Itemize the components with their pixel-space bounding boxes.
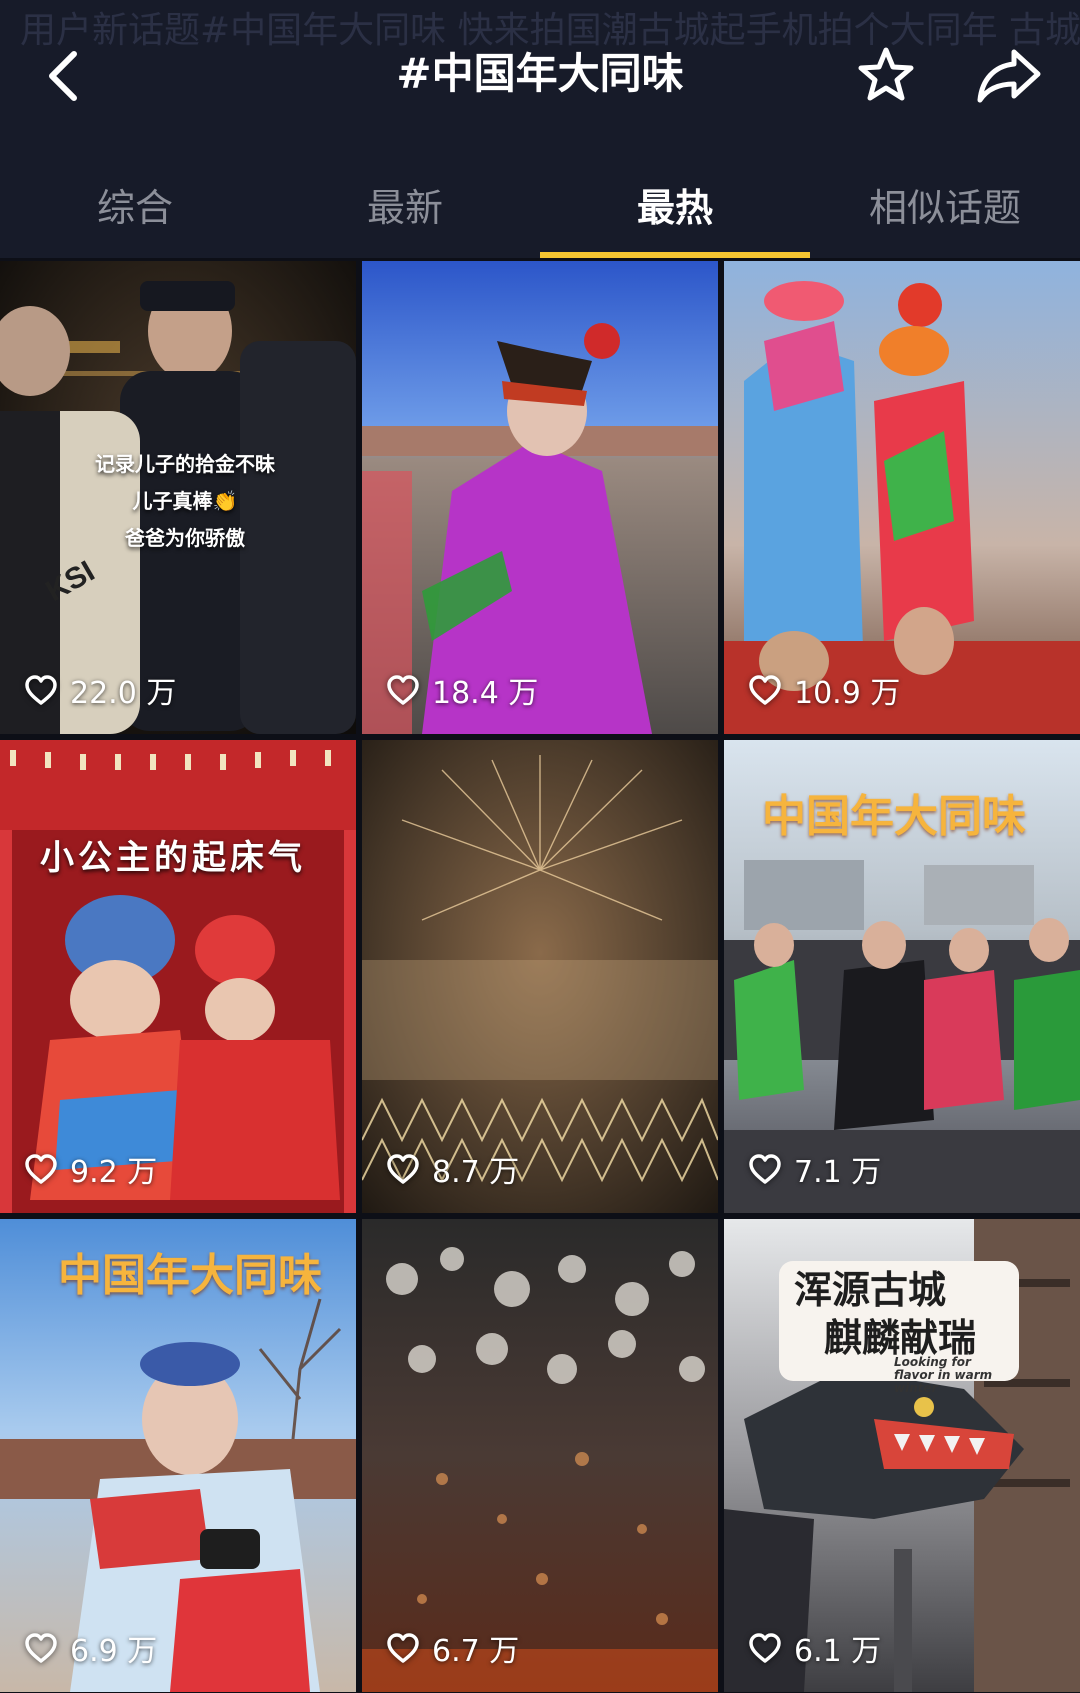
topic-header: 用户新话题#中国年大同味 快来拍国潮古城起手机拍个大同年 古城 拼搭运动 古城 … xyxy=(0,0,1080,258)
like-count: 6.9 万 xyxy=(24,1626,157,1670)
top-bar: #中国年大同味 xyxy=(0,30,1080,120)
like-count-text: 10.9 万 xyxy=(794,676,901,711)
like-count-text: 9.2 万 xyxy=(70,1155,158,1190)
like-count: 8.7 万 xyxy=(386,1147,519,1191)
video-card[interactable]: 中国年大同味 6.9 万 xyxy=(0,1219,356,1692)
video-caption: 小公主的起床气 xyxy=(40,838,306,878)
video-card[interactable]: 中国年大同味 7.1 万 xyxy=(724,740,1080,1213)
like-count-text: 22.0 万 xyxy=(70,676,177,711)
video-caption: 浑源古城 xyxy=(794,1267,947,1312)
heart-outline-icon xyxy=(25,1154,57,1184)
back-button[interactable] xyxy=(36,46,96,106)
like-count: 7.1 万 xyxy=(748,1147,881,1191)
caption-line: 儿子真棒👏 xyxy=(132,489,238,513)
chevron-left-icon xyxy=(49,51,77,101)
active-tab-indicator xyxy=(540,252,810,258)
video-caption: 中国年大同味 xyxy=(762,791,1026,842)
video-thumbnail xyxy=(362,1219,718,1692)
star-outline-icon xyxy=(858,47,914,101)
video-card[interactable]: 8.7 万 xyxy=(362,740,718,1213)
video-caption: 麒麟献瑞 xyxy=(824,1315,977,1360)
caption-line: 记录儿子的拾金不昧 xyxy=(95,452,275,476)
video-card[interactable]: KSI 记录儿子的拾金不昧 儿子真棒👏 爸爸为你骄傲 22.0 万 xyxy=(0,261,356,734)
like-count: 6.1 万 xyxy=(748,1626,881,1670)
video-card[interactable]: 6.7 万 xyxy=(362,1219,718,1692)
like-count: 18.4 万 xyxy=(386,668,538,712)
share-button[interactable] xyxy=(972,44,1046,106)
like-count: 9.2 万 xyxy=(24,1147,157,1191)
video-thumbnail xyxy=(362,261,718,734)
heart-outline-icon xyxy=(387,675,419,705)
video-card[interactable]: 10.9 万 xyxy=(724,261,1080,734)
like-count-text: 6.7 万 xyxy=(432,1634,520,1669)
tab-general[interactable]: 综合 xyxy=(0,170,270,258)
video-thumbnail xyxy=(362,740,718,1213)
like-count: 10.9 万 xyxy=(748,668,900,712)
tab-bar: 综合 最新 最热 相似话题 xyxy=(0,170,1080,258)
video-caption: 记录儿子的拾金不昧 儿子真棒👏 爸爸为你骄傲 xyxy=(80,446,290,557)
heart-outline-icon xyxy=(749,1633,781,1663)
video-card[interactable]: 浑源古城 麒麟献瑞 Looking for flavor in warm win… xyxy=(724,1219,1080,1692)
like-count-text: 8.7 万 xyxy=(432,1155,520,1190)
like-count-text: 6.1 万 xyxy=(794,1634,882,1669)
page-title: #中国年大同味 xyxy=(396,49,684,98)
favorite-button[interactable] xyxy=(855,44,917,106)
like-count: 22.0 万 xyxy=(24,668,176,712)
video-caption: 中国年大同味 xyxy=(58,1250,322,1301)
heart-outline-icon xyxy=(749,1154,781,1184)
like-count-text: 6.9 万 xyxy=(70,1634,158,1669)
tab-latest[interactable]: 最新 xyxy=(270,170,540,258)
like-count-text: 18.4 万 xyxy=(432,676,539,711)
like-count: 6.7 万 xyxy=(386,1626,519,1670)
video-thumbnail xyxy=(724,261,1080,734)
heart-outline-icon xyxy=(25,675,57,705)
heart-outline-icon xyxy=(25,1633,57,1663)
caption-line: 爸爸为你骄傲 xyxy=(125,526,245,550)
video-thumbnail xyxy=(0,740,356,1213)
video-card[interactable]: 小公主的起床气 9.2 万 xyxy=(0,740,356,1213)
tab-hottest[interactable]: 最热 xyxy=(540,170,810,258)
share-arrow-icon xyxy=(977,49,1041,103)
tab-similar-topics[interactable]: 相似话题 xyxy=(810,170,1080,258)
heart-outline-icon xyxy=(749,675,781,705)
video-card[interactable]: 18.4 万 xyxy=(362,261,718,734)
like-count-text: 7.1 万 xyxy=(794,1155,882,1190)
heart-outline-icon xyxy=(387,1154,419,1184)
video-caption-subtitle: Looking for flavor in warm winter xyxy=(894,1355,993,1395)
heart-outline-icon xyxy=(387,1633,419,1663)
